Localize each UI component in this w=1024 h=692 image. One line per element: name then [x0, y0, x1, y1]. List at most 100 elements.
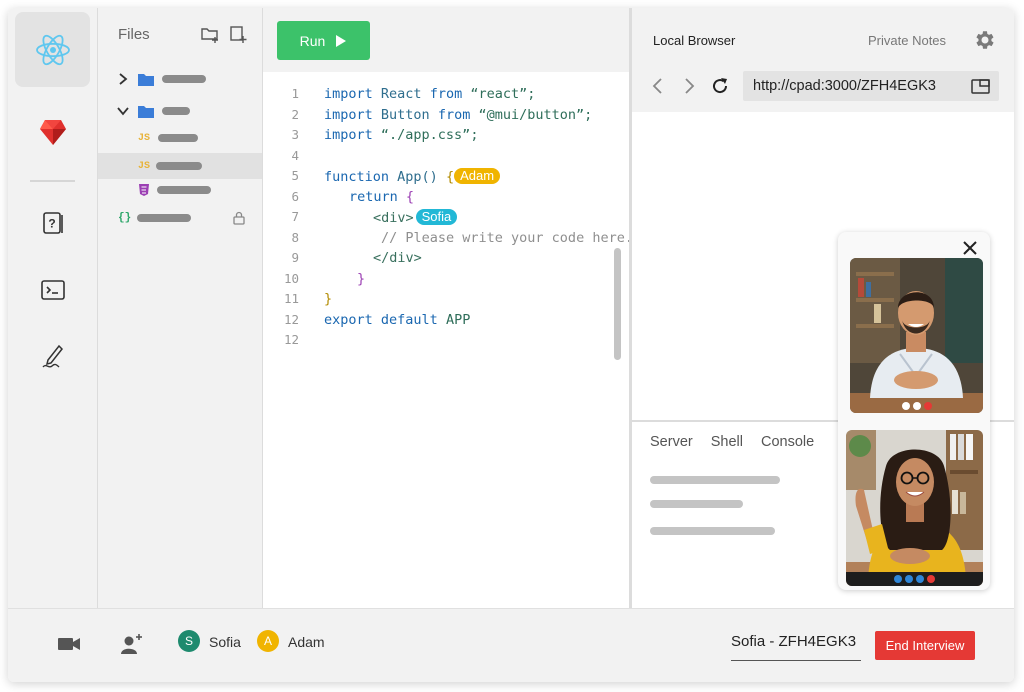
terminal-icon[interactable] [15, 252, 90, 327]
line-number: 3 [291, 127, 299, 142]
code-token: from [429, 86, 463, 102]
new-folder-icon[interactable] [200, 24, 220, 44]
url-text: http://cpad:3000/ZFH4EGK3 [753, 78, 936, 94]
mic-icon[interactable] [901, 402, 910, 410]
line-number: 7 [291, 209, 299, 224]
video-tile-candidate[interactable] [846, 430, 983, 586]
tab-private-notes[interactable]: Private Notes [868, 33, 946, 48]
hangup-icon[interactable] [923, 402, 932, 410]
code-token: React [372, 86, 430, 102]
code-token: } [324, 291, 333, 307]
tree-file-json[interactable]: {} [98, 207, 262, 229]
line-number: 1 [291, 86, 299, 101]
svg-text:?: ? [48, 216, 55, 230]
hangup-icon[interactable] [927, 575, 935, 583]
open-external-icon[interactable] [971, 77, 991, 95]
line-number: 12 [283, 311, 299, 327]
camera-icon[interactable] [912, 402, 921, 410]
code-token: } [357, 270, 366, 287]
draw-icon[interactable] [15, 318, 90, 393]
folder-icon [138, 73, 154, 86]
react-icon[interactable] [15, 12, 90, 87]
video-controls [846, 572, 983, 586]
lock-icon [233, 211, 245, 225]
code-token: </div> [373, 250, 422, 266]
code-editor[interactable]: Run 1 import React from “react”; 2 import … [263, 8, 633, 608]
chevron-down-icon [117, 107, 129, 116]
activity-bar: ? [8, 8, 98, 608]
editor-scrollbar[interactable] [614, 248, 621, 360]
terminal-tabs: Server Shell Console [650, 434, 832, 450]
avatar[interactable]: S [178, 630, 200, 652]
avatar[interactable]: A [257, 630, 279, 652]
code-token: <div> [373, 210, 414, 226]
add-person-icon[interactable] [118, 632, 144, 656]
line-number: 10 [283, 270, 299, 286]
code-token: import [324, 106, 373, 123]
tab-console[interactable]: Console [761, 434, 814, 450]
css-file-icon [139, 184, 149, 196]
chat-icon[interactable] [916, 575, 924, 583]
terminal-output-line [650, 476, 780, 484]
code-token: export [324, 311, 373, 328]
back-icon[interactable] [648, 76, 668, 96]
tree-file-css[interactable] [98, 179, 262, 201]
code-token: { [397, 188, 415, 205]
mic-icon[interactable] [905, 575, 913, 583]
js-file-icon: JS [138, 160, 151, 172]
code-comment: // Please write your code here. [381, 229, 633, 246]
terminal-output-line [650, 527, 775, 535]
participant-video [846, 430, 983, 586]
code-token: { [445, 169, 455, 185]
tree-file-js[interactable]: JS [98, 127, 262, 149]
participant-video [850, 258, 983, 413]
tree-folder-expanded[interactable] [98, 100, 262, 122]
close-icon[interactable] [959, 237, 981, 259]
line-number: 2 [291, 106, 299, 122]
footer-bar: S Sofia A Adam Sofia - ZFH4EGK3 End Inte… [8, 608, 1014, 682]
chevron-right-icon [119, 73, 128, 85]
code-token: return [349, 188, 398, 205]
collaborator-cursor-sofia: Sofia [415, 209, 458, 225]
tab-shell[interactable]: Shell [711, 434, 743, 450]
participant-name: Adam [288, 634, 325, 650]
video-camera-icon[interactable] [56, 632, 82, 656]
line-number: 4 [291, 147, 299, 163]
code-token: import [324, 127, 373, 143]
run-button[interactable]: Run [277, 21, 370, 60]
camera-icon[interactable] [894, 575, 902, 583]
code-token: App() [389, 169, 446, 185]
js-file-icon: JS [138, 132, 151, 144]
code-token: default [372, 311, 438, 328]
code-area[interactable]: 1 import React from “react”; 2 import Butt… [263, 86, 633, 353]
video-tile-interviewer[interactable] [850, 258, 983, 413]
url-bar[interactable]: http://cpad:3000/ZFH4EGK3 [743, 71, 999, 101]
gear-icon[interactable] [973, 28, 997, 52]
new-file-icon[interactable] [228, 24, 248, 44]
code-token: import [324, 86, 373, 102]
tree-file-js-selected[interactable]: JS [98, 153, 262, 179]
code-token: Button [372, 106, 438, 123]
end-interview-button[interactable]: End Interview [875, 631, 975, 660]
refresh-icon[interactable] [710, 76, 730, 96]
file-explorer: Files JS JS {} [98, 8, 263, 608]
ruby-icon[interactable] [15, 94, 90, 169]
editor-toolbar: Run [263, 8, 629, 72]
tab-local-browser[interactable]: Local Browser [653, 33, 735, 48]
video-call-panel [838, 232, 990, 590]
session-name-field[interactable]: Sofia - ZFH4EGK3 [731, 633, 861, 661]
play-icon [336, 34, 347, 47]
participant-name: Sofia [209, 634, 241, 650]
code-token: “./app.css”; [372, 127, 479, 143]
code-token: “react”; [462, 86, 536, 102]
tab-server[interactable]: Server [650, 434, 693, 450]
code-token: “@mui/button”; [470, 106, 593, 123]
tree-folder-collapsed[interactable] [98, 68, 262, 90]
code-token: function [324, 169, 390, 185]
terminal-output-line [650, 500, 743, 508]
forward-icon[interactable] [679, 76, 699, 96]
app-window: ? Files JS JS {} Run 1 import React from… [8, 8, 1014, 682]
line-number: 5 [291, 168, 299, 183]
folder-icon [138, 105, 154, 118]
question-icon[interactable]: ? [15, 185, 90, 260]
